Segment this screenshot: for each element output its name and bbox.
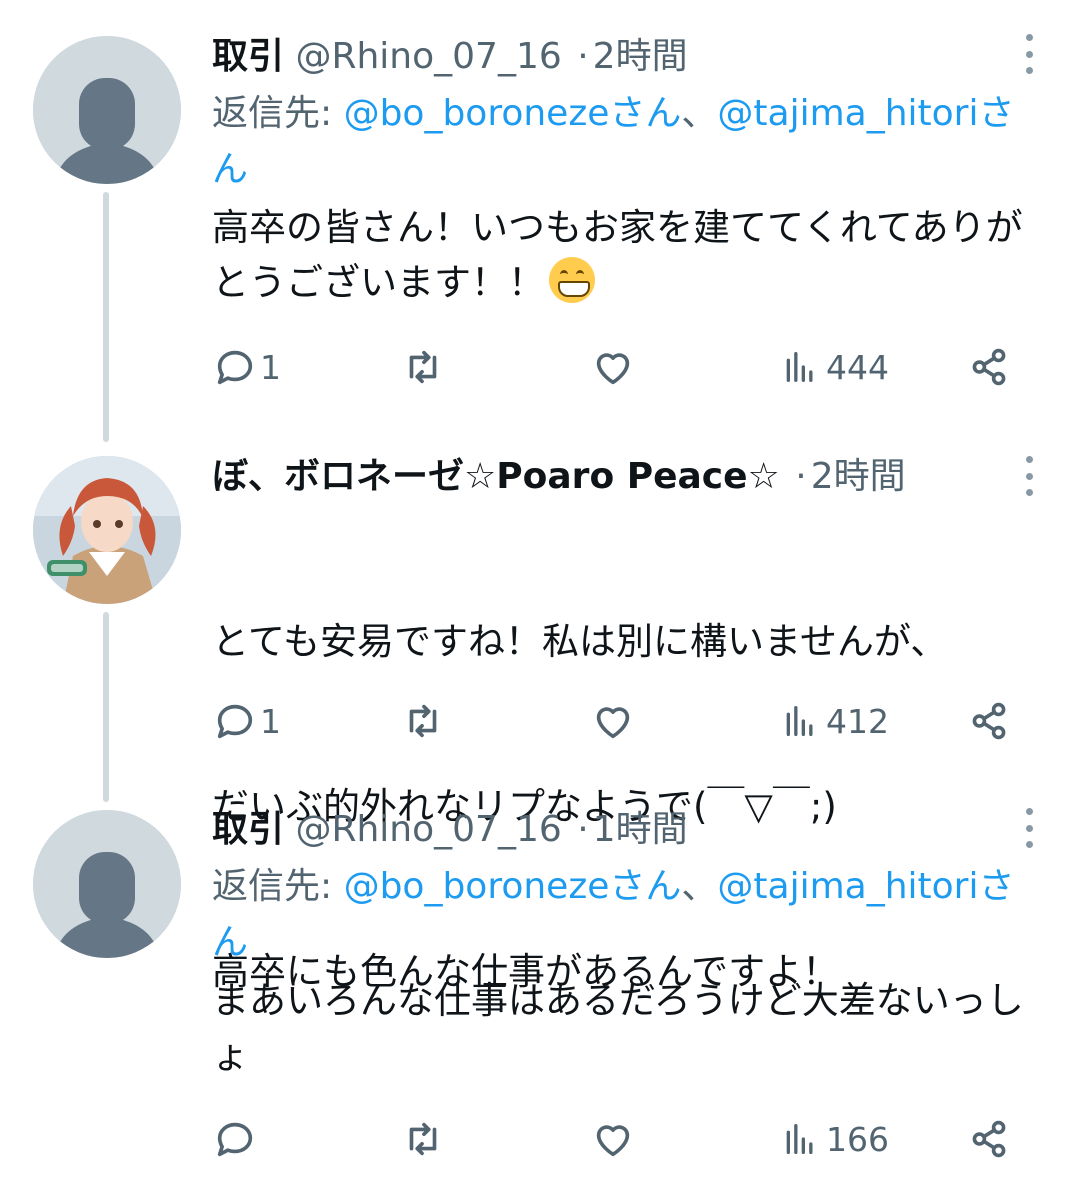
reply-button[interactable]: 1 xyxy=(212,696,281,746)
views-icon xyxy=(786,352,813,382)
views-icon xyxy=(786,706,813,736)
reply-separator: 、 xyxy=(681,93,718,134)
reply-to-label: 返信先: xyxy=(212,93,344,134)
views-button[interactable]: 412 xyxy=(780,696,889,746)
tweet-header: 取引 @Rhino_07_16 · 2時間 xyxy=(212,34,1042,80)
reply-count: 1 xyxy=(260,347,281,387)
mention-link[interactable]: @bo_boronezeさん xyxy=(344,93,682,134)
reply-button[interactable] xyxy=(212,1114,260,1164)
retweet-icon xyxy=(409,704,437,738)
view-count: 166 xyxy=(826,1119,889,1159)
share-icon xyxy=(972,702,1006,740)
reply-icon xyxy=(217,1122,253,1157)
display-name[interactable]: 取引 xyxy=(212,809,284,850)
like-icon xyxy=(596,353,630,385)
reply-count: 1 xyxy=(260,701,281,741)
like-icon xyxy=(596,707,630,739)
share-button[interactable] xyxy=(966,696,1012,746)
retweet-button[interactable] xyxy=(400,696,446,746)
timestamp[interactable]: 1時間 xyxy=(593,809,688,850)
like-icon xyxy=(596,1125,630,1157)
views-button[interactable]: 444 xyxy=(780,342,889,392)
timestamp[interactable]: 2時間 xyxy=(811,456,906,497)
display-name[interactable]: ぼ、ボロネーゼ☆Poaro Peace☆ xyxy=(212,456,780,497)
timestamp[interactable]: 2時間 xyxy=(593,36,688,77)
views-button[interactable]: 166 xyxy=(780,1114,889,1164)
tweet-text-line: とても安易ですね！私は別に構いませんが、 xyxy=(212,620,948,663)
handle[interactable]: @Rhino_07_16 xyxy=(295,809,561,850)
reply-icon xyxy=(217,350,253,385)
separator-dot: · xyxy=(577,36,589,77)
default-avatar-icon xyxy=(33,810,181,958)
tweet-text-body: 高卒の皆さん！いつもお家を建ててくれてありがとうございます！！ xyxy=(212,206,1023,304)
view-count: 412 xyxy=(826,701,889,741)
separator-dot: · xyxy=(577,809,589,850)
share-icon xyxy=(972,348,1006,386)
action-bar: 166 xyxy=(212,1114,1022,1164)
action-bar: 1 412 xyxy=(212,696,1022,746)
display-name[interactable]: 取引 xyxy=(212,36,284,77)
tweet-text: まあいろんな仕事はあるだろうけど大差ないっしょ xyxy=(212,979,1024,1077)
share-button[interactable] xyxy=(966,342,1012,392)
separator-dot: · xyxy=(795,456,807,497)
share-icon xyxy=(972,1120,1006,1158)
tweet-header: ぼ、ボロネーゼ☆Poaro Peace☆ · 2時間 xyxy=(212,454,1042,500)
like-button[interactable] xyxy=(590,1114,636,1164)
thread-line-2 xyxy=(103,612,109,802)
tweet-text: 高卒の皆さん！いつもお家を建ててくれてありがとうございます！！ xyxy=(212,200,1042,310)
reply-icon xyxy=(217,704,253,739)
retweet-button[interactable] xyxy=(400,1114,446,1164)
anime-character-avatar-icon xyxy=(33,456,181,604)
default-avatar-icon xyxy=(33,36,181,184)
reply-to: 返信先: @bo_boronezeさん、@tajima_hitoriさん xyxy=(212,859,1042,971)
retweet-icon xyxy=(409,1122,437,1156)
views-icon xyxy=(786,1124,813,1154)
thread-line-1 xyxy=(103,192,109,442)
more-icon[interactable] xyxy=(1022,456,1036,496)
reply-to: 返信先: @bo_boronezeさん、@tajima_hitoriさん xyxy=(212,86,1042,198)
avatar[interactable] xyxy=(33,810,181,958)
mention-link[interactable]: @bo_boronezeさん xyxy=(344,866,682,907)
tweet-header: 取引 @Rhino_07_16 · 1時間 xyxy=(212,807,1042,853)
retweet-button[interactable] xyxy=(400,342,446,392)
view-count: 444 xyxy=(826,347,889,387)
more-icon[interactable] xyxy=(1022,34,1036,74)
reply-to-label: 返信先: xyxy=(212,866,344,907)
retweet-icon xyxy=(409,350,437,384)
grinning-face-emoji-icon xyxy=(549,257,595,303)
action-bar: 1 444 xyxy=(212,342,1022,392)
reply-button[interactable]: 1 xyxy=(212,342,281,392)
more-icon[interactable] xyxy=(1022,808,1036,848)
like-button[interactable] xyxy=(590,696,636,746)
like-button[interactable] xyxy=(590,342,636,392)
share-button[interactable] xyxy=(966,1114,1012,1164)
avatar[interactable] xyxy=(33,456,181,604)
avatar[interactable] xyxy=(33,36,181,184)
handle[interactable]: @Rhino_07_16 xyxy=(295,36,561,77)
reply-separator: 、 xyxy=(681,866,718,907)
